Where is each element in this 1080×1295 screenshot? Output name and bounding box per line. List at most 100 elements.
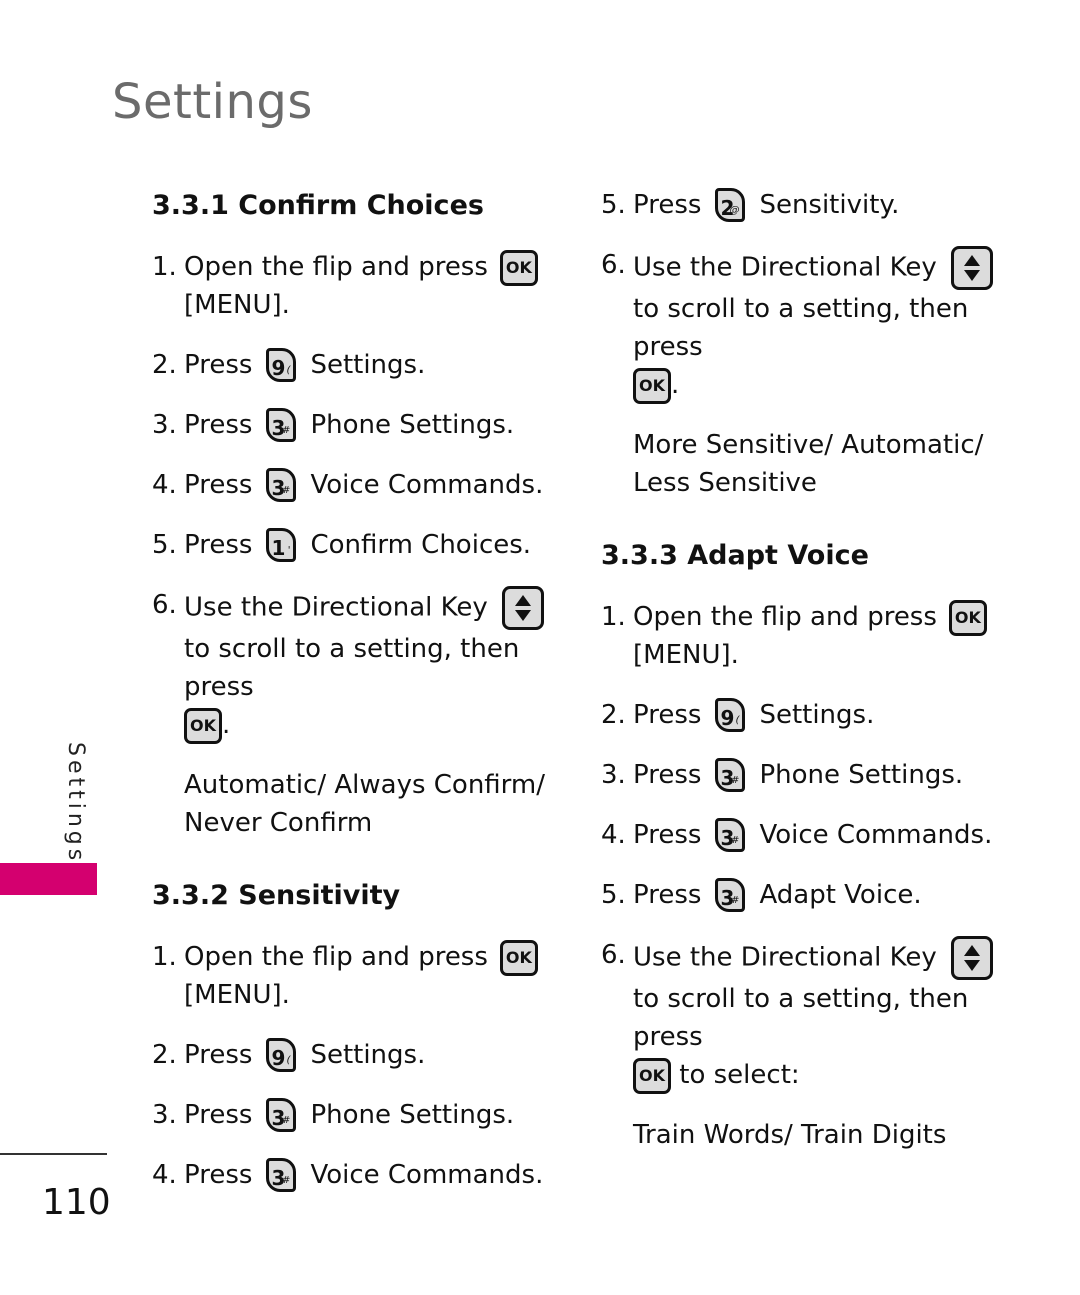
step-text: Use the Directional Key [184, 592, 488, 623]
key-digit: 9 [720, 706, 735, 730]
step-target: Settings. [310, 1040, 426, 1070]
left-column: 3.3.1 Confirm Choices 1. Open the flip a… [152, 186, 572, 1216]
step-2: 2. Press 9( Settings. [152, 1036, 572, 1074]
key-symbol: # [282, 1115, 291, 1126]
step-target: Voice Commands. [759, 820, 993, 850]
key-symbol: @ [729, 205, 740, 216]
step-3: 3. Press 3 # Phone Settings. [601, 756, 1021, 794]
ok-key-icon: OK [184, 707, 222, 744]
key-1-icon: 1 ' [266, 528, 297, 562]
arrow-down-icon [963, 960, 980, 971]
step-1: 1. Open the flip and press OK [MENU]. [152, 248, 572, 324]
page-title: Settings [112, 74, 313, 130]
step-word: Press [184, 410, 253, 440]
step-target: Voice Commands. [310, 470, 544, 500]
page-footer-rule [0, 1153, 107, 1155]
step-4: 4. Press 3 # Voice Commands. [152, 1156, 572, 1194]
step-number: 3. [152, 1100, 177, 1130]
key-symbol: # [731, 775, 740, 786]
right-column: 5. Press 2 @ Sensitivity. 6. Use the Dire… [601, 186, 1021, 1188]
option-line: Automatic/ Always Confirm/ [184, 770, 546, 800]
step-word: Press [633, 760, 702, 790]
step-number: 6. [601, 940, 626, 970]
directional-key-icon [950, 246, 993, 290]
side-tab-label: Settings [56, 742, 96, 864]
key-digit: 1 [271, 536, 286, 560]
step-word: Press [184, 530, 253, 560]
key-symbol: # [282, 485, 291, 496]
step-2: 2. Press 9( Settings. [152, 346, 572, 384]
key-9-icon: 9( [715, 698, 746, 732]
step-word: Press [184, 470, 253, 500]
step-target: Voice Commands. [310, 1160, 544, 1190]
step-text-2: to scroll to a setting, then press [633, 294, 969, 362]
step-number: 5. [152, 530, 177, 560]
key-symbol: ' [287, 545, 291, 556]
step-text: Use the Directional Key [633, 942, 937, 973]
option-list: Train Words/ Train Digits [601, 1116, 1021, 1154]
step-6: 6. Use the Directional Key to scroll to … [601, 246, 1021, 404]
step-text: Open the flip and press [633, 602, 937, 632]
key-3-icon: 3 # [715, 758, 746, 792]
step-word: Press [633, 190, 702, 220]
step-target: Phone Settings. [759, 760, 964, 790]
step-tail: . [222, 710, 231, 740]
step-text: Open the flip and press [184, 942, 488, 972]
section-heading-sensitivity: 3.3.2 Sensitivity [152, 880, 401, 911]
section-heading-confirm-choices: 3.3.1 Confirm Choices [152, 190, 484, 221]
option-line: More Sensitive/ Automatic/ [633, 430, 984, 460]
key-symbol: ( [286, 1055, 291, 1066]
option-list: More Sensitive/ Automatic/ Less Sensitiv… [601, 426, 1021, 502]
option-line: Less Sensitive [633, 468, 817, 498]
key-2-icon: 2 @ [715, 188, 746, 222]
step-target: Confirm Choices. [310, 530, 532, 560]
key-digit: 9 [271, 356, 286, 380]
step-number: 2. [601, 700, 626, 730]
step-number: 1. [152, 942, 177, 972]
step-number: 1. [152, 252, 177, 282]
step-4: 4. Press 3 # Voice Commands. [152, 466, 572, 504]
page-number: 110 [42, 1182, 111, 1223]
step-word: Press [633, 820, 702, 850]
step-3: 3. Press 3 # Phone Settings. [152, 1096, 572, 1134]
step-number: 1. [601, 602, 626, 632]
ok-key-icon: OK [499, 249, 538, 286]
step-tail: to select: [671, 1060, 800, 1090]
step-2: 2. Press 9( Settings. [601, 696, 1021, 734]
key-symbol: # [731, 895, 740, 906]
step-text: Use the Directional Key [633, 252, 937, 283]
menu-label: [MENU]. [184, 980, 290, 1010]
key-3-icon: 3 # [715, 818, 746, 852]
step-number: 6. [152, 590, 177, 620]
directional-key-icon [950, 936, 993, 980]
key-3-icon: 3 # [715, 878, 746, 912]
step-5: 5. Press 2 @ Sensitivity. [601, 186, 1021, 224]
step-number: 3. [601, 760, 626, 790]
step-target: Settings. [310, 350, 426, 380]
step-number: 2. [152, 1040, 177, 1070]
key-symbol: # [731, 835, 740, 846]
step-number: 2. [152, 350, 177, 380]
key-symbol: ( [286, 365, 291, 376]
step-target: Phone Settings. [310, 1100, 515, 1130]
key-symbol: # [282, 1175, 291, 1186]
section-heading-adapt-voice: 3.3.3 Adapt Voice [601, 540, 869, 571]
key-digit: 9 [271, 1046, 286, 1070]
directional-key-icon [501, 586, 544, 630]
arrow-down-icon [963, 270, 980, 281]
step-text-2: to scroll to a setting, then press [184, 634, 520, 702]
section-color-bar [0, 863, 97, 895]
step-word: Press [633, 700, 702, 730]
ok-key-icon: OK [499, 939, 538, 976]
step-word: Press [633, 880, 702, 910]
key-3-icon: 3 # [266, 1098, 297, 1132]
menu-label: [MENU]. [184, 290, 290, 320]
step-word: Press [184, 350, 253, 380]
ok-key-icon: OK [948, 599, 987, 636]
step-number: 5. [601, 190, 626, 220]
step-word: Press [184, 1040, 253, 1070]
key-9-icon: 9( [266, 1038, 297, 1072]
ok-key-icon: OK [633, 1057, 671, 1094]
side-tab-text: Settings [63, 742, 88, 865]
step-5: 5. Press 3 # Adapt Voice. [601, 876, 1021, 914]
